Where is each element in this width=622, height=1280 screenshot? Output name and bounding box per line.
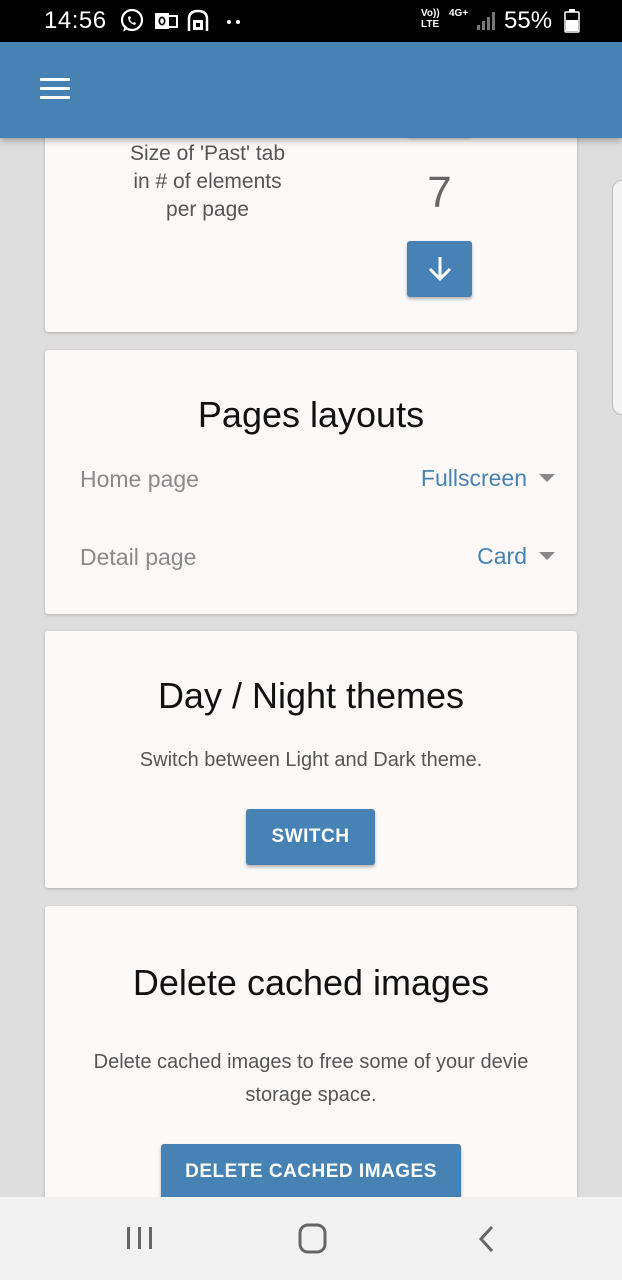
outlook-icon [153, 8, 179, 39]
home-icon[interactable] [296, 1223, 330, 1255]
app-bar [0, 42, 622, 138]
day-night-theme-title: Day / Night themes [157, 675, 465, 716]
battery-icon [564, 9, 580, 38]
back-icon[interactable] [472, 1223, 506, 1255]
system-navigation-bar [0, 1197, 622, 1280]
caret-down-icon [539, 552, 555, 560]
home-page-label: Home page [80, 466, 199, 492]
detail-page-layout-select[interactable]: Card [477, 541, 555, 571]
delete-cached-images-card: Delete cached images Delete cached image… [45, 906, 577, 1197]
arrow-down-icon [428, 257, 452, 282]
pages-layouts-title: Pages layouts [197, 394, 425, 435]
past-tab-size-value: 7 [427, 168, 452, 217]
pages-layouts-card: Pages layouts Home page Fullscreen Detai… [45, 350, 577, 614]
past-tab-size-label: Size of 'Past' tab in # of elements per … [129, 142, 286, 221]
more-dots-icon [226, 10, 242, 35]
decrease-button[interactable] [407, 241, 472, 297]
delete-cached-images-title: Delete cached images [132, 962, 490, 1003]
network-type: 4G+ [449, 8, 469, 19]
past-tab-size-card: Size of 'Past' tab in # of elements per … [45, 138, 577, 332]
volte-label: Vo)) LTE [421, 8, 440, 30]
battery-percentage: 55% [504, 7, 553, 34]
delete-cached-images-button[interactable]: DELETE CACHED IMAGES [161, 1144, 461, 1197]
home-page-layout-value: Fullscreen [420, 464, 527, 491]
volte-bottom: LTE [421, 19, 440, 30]
switch-theme-button[interactable]: SWITCH [246, 809, 375, 865]
clock: 14:56 [44, 7, 107, 34]
delete-cached-images-description: Delete cached images to free some of you… [93, 1051, 529, 1106]
detail-page-label: Detail page [80, 544, 197, 570]
home-page-layout-select[interactable]: Fullscreen [421, 463, 555, 493]
vpn-icon [185, 8, 211, 39]
signal-icon [476, 10, 498, 37]
caret-down-icon [539, 474, 555, 482]
hamburger-menu-icon[interactable] [40, 78, 70, 100]
volte-top: Vo)) [421, 8, 440, 19]
settings-content[interactable]: Size of 'Past' tab in # of elements per … [0, 138, 622, 1197]
day-night-theme-card: Day / Night themes Switch between Light … [45, 631, 577, 888]
whatsapp-icon [119, 8, 145, 39]
detail-page-layout-value: Card [477, 542, 527, 569]
recent-apps-icon[interactable] [123, 1223, 157, 1255]
status-bar: 14:56 Vo)) LTE 4G+ 55% [0, 0, 622, 42]
scrollbar-thumb[interactable] [612, 180, 622, 415]
day-night-theme-description: Switch between Light and Dark theme. [139, 749, 483, 771]
